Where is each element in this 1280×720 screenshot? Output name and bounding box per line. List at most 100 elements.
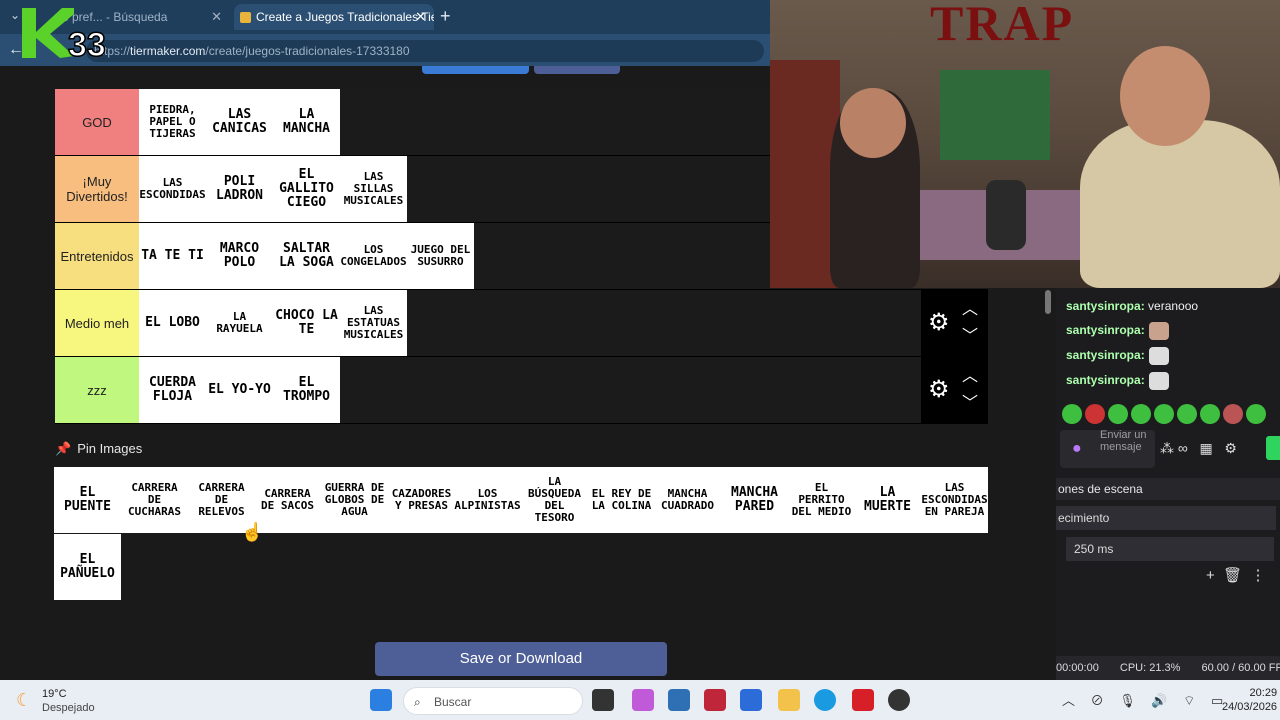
tier-item-card[interactable]: las estatuas musicales — [340, 290, 407, 356]
chevron-down-icon[interactable]: ﹀ — [962, 322, 978, 346]
tier-item-card[interactable]: piedra, papel o tijeras — [139, 89, 206, 155]
pool-item-card[interactable]: la muerte — [854, 467, 921, 533]
tier-item-card[interactable]: saltar la soga — [273, 223, 340, 289]
tier-item-card[interactable]: cuerda floja — [139, 357, 206, 423]
pool-item-card[interactable]: los alpinistas — [454, 467, 521, 533]
app-icon[interactable] — [668, 689, 690, 711]
taskbar-clock[interactable]: 20:29 24/03/2026 — [1222, 686, 1277, 714]
copilot-icon[interactable] — [632, 689, 654, 711]
person-right — [1080, 120, 1280, 288]
emote-icon[interactable] — [1246, 404, 1266, 424]
clock-time: 20:29 — [1249, 687, 1278, 699]
url-input[interactable]: https://tiermaker.com/create/juegos-trad… — [86, 40, 764, 62]
file-explorer-icon[interactable] — [778, 689, 800, 711]
tier-item-card[interactable]: ta te ti — [139, 223, 206, 289]
chat-username[interactable]: santysinropa: — [1066, 348, 1145, 362]
chat-username[interactable]: santysinropa: — [1066, 373, 1145, 387]
pool-item-card[interactable]: guerra de globos de agua — [321, 467, 388, 533]
tier-row-zzz: zzz cuerda floja el yo-yo el trompo — [55, 357, 988, 424]
top-button-partial[interactable] — [422, 66, 529, 74]
chevron-up-icon[interactable]: ︿ — [962, 362, 978, 386]
chevron-down-icon[interactable]: ﹀ — [962, 389, 978, 413]
tiermaker-favicon-icon — [240, 12, 251, 23]
emote-icon[interactable] — [1154, 404, 1174, 424]
pool-item-card[interactable]: carrera de cucharas — [121, 467, 188, 533]
emote-bar — [1062, 404, 1280, 426]
hand-cursor-icon: ☝ — [241, 522, 264, 542]
new-tab-plus-icon[interactable]: + — [440, 6, 451, 27]
pool-item-card[interactable]: la búsqueda del tesoro — [521, 467, 588, 533]
tier-item-card[interactable]: el lobo — [139, 290, 206, 356]
tier-item-card[interactable]: el trompo — [273, 357, 340, 423]
pool-item-card[interactable]: las escondidas en pareja — [921, 467, 988, 533]
close-icon[interactable]: ✕ — [415, 4, 426, 30]
tier-label[interactable]: GOD — [55, 89, 139, 155]
emote-icon[interactable] — [1131, 404, 1151, 424]
tier-item-card[interactable]: poli ladron — [206, 156, 273, 222]
system-tray-icons[interactable]: ︿ ⊘ 🎙 🔊 ⌔ ▭ — [1062, 690, 1229, 709]
chat-message: santysinropa: — [1066, 347, 1169, 365]
app-l-icon[interactable] — [852, 689, 874, 711]
tier-item-card[interactable]: marco polo — [206, 223, 273, 289]
emote-icon[interactable] — [1177, 404, 1197, 424]
windows-start-icon[interactable] — [370, 689, 392, 711]
tier-controls: ⚙ ︿ ﹀ — [921, 357, 988, 423]
emote-icon[interactable] — [1062, 404, 1082, 424]
chat-send-button[interactable] — [1266, 436, 1280, 460]
tier-items: el lobo la rayuela choco la te las estat… — [139, 290, 407, 356]
obs-transition-select[interactable]: ecimiento — [1056, 506, 1276, 530]
pool-item-card[interactable]: carrera de sacos — [254, 467, 321, 533]
gear-icon[interactable]: ⚙ — [928, 375, 950, 404]
pin-images-toggle[interactable]: 📌 Pin Images — [55, 441, 142, 457]
close-icon[interactable]: ✕ — [211, 4, 222, 30]
obs-duration-input[interactable]: 250 ms — [1066, 537, 1274, 561]
tab-list-chevron-icon[interactable]: ⌄ — [10, 8, 20, 22]
tier-item-card[interactable]: la mancha — [273, 89, 340, 155]
tier-item-card[interactable]: el yo-yo — [206, 357, 273, 423]
tier-controls: ⚙ ︿ ﹀ — [921, 290, 988, 356]
pool-item-card[interactable]: mancha cuadrado — [654, 467, 721, 533]
top-button-partial[interactable] — [534, 66, 620, 74]
chevron-up-icon[interactable]: ︿ — [962, 295, 978, 319]
chat-action-icons[interactable]: ⁂ ∞ ▦ ⚙ — [1160, 440, 1237, 457]
taskbar-search-input[interactable]: ⌕ Buscar — [403, 687, 583, 715]
tier-label[interactable]: Entretenidos — [55, 223, 139, 289]
chat-username[interactable]: santysinropa: — [1066, 299, 1145, 313]
tier-item-card[interactable]: las canicas — [206, 89, 273, 155]
emote-icon[interactable] — [1223, 404, 1243, 424]
tier-item-card[interactable]: el gallito ciego — [273, 156, 340, 222]
tier-item-card[interactable]: choco la te — [273, 290, 340, 356]
tier-item-card[interactable]: las escondidas — [139, 156, 206, 222]
mcafee-icon[interactable] — [704, 689, 726, 711]
tier-label[interactable]: Medio meh — [55, 290, 139, 356]
tier-item-card[interactable]: los congelados — [340, 223, 407, 289]
image-pool: el puente carrera de cucharas carrera de… — [54, 467, 988, 601]
task-view-icon[interactable] — [592, 689, 614, 711]
obs-transition-buttons[interactable]: + 🗑 ⋮ — [1206, 566, 1265, 584]
tier-item-card[interactable]: juego del susurro — [407, 223, 474, 289]
tier-items: las escondidas poli ladron el gallito ci… — [139, 156, 407, 222]
outlook-icon[interactable] — [740, 689, 762, 711]
pool-item-card[interactable]: el rey de la colina — [588, 467, 655, 533]
emote-icon[interactable] — [1085, 404, 1105, 424]
scrollbar-thumb[interactable] — [1045, 290, 1051, 314]
tier-item-card[interactable]: la rayuela — [206, 290, 273, 356]
gear-icon[interactable]: ⚙ — [928, 308, 950, 337]
edge-icon[interactable] — [814, 689, 836, 711]
pool-item-card[interactable]: el pañuelo — [54, 534, 121, 600]
pool-item-card[interactable]: el puente — [54, 467, 121, 533]
tab-tiermaker[interactable]: Create a Juegos Tradicionales Tier ✕ — [234, 4, 434, 30]
save-or-download-button[interactable]: Save or Download — [375, 642, 667, 676]
pool-item-card[interactable]: cazadores y presas — [388, 467, 455, 533]
tier-item-card[interactable]: las sillas musicales — [340, 156, 407, 222]
obs-icon[interactable] — [888, 689, 910, 711]
microphone-icon[interactable]: ● — [1072, 440, 1082, 458]
tier-label[interactable]: zzz — [55, 357, 139, 423]
pool-item-card[interactable]: mancha pared — [721, 467, 788, 533]
chat-username[interactable]: santysinropa: — [1066, 323, 1145, 337]
pool-item-card[interactable]: el perrito del medio — [788, 467, 855, 533]
emote-icon[interactable] — [1200, 404, 1220, 424]
tier-label[interactable]: ¡Muy Divertidos! — [55, 156, 139, 222]
svg-text:33: 33 — [68, 26, 106, 60]
emote-icon[interactable] — [1108, 404, 1128, 424]
